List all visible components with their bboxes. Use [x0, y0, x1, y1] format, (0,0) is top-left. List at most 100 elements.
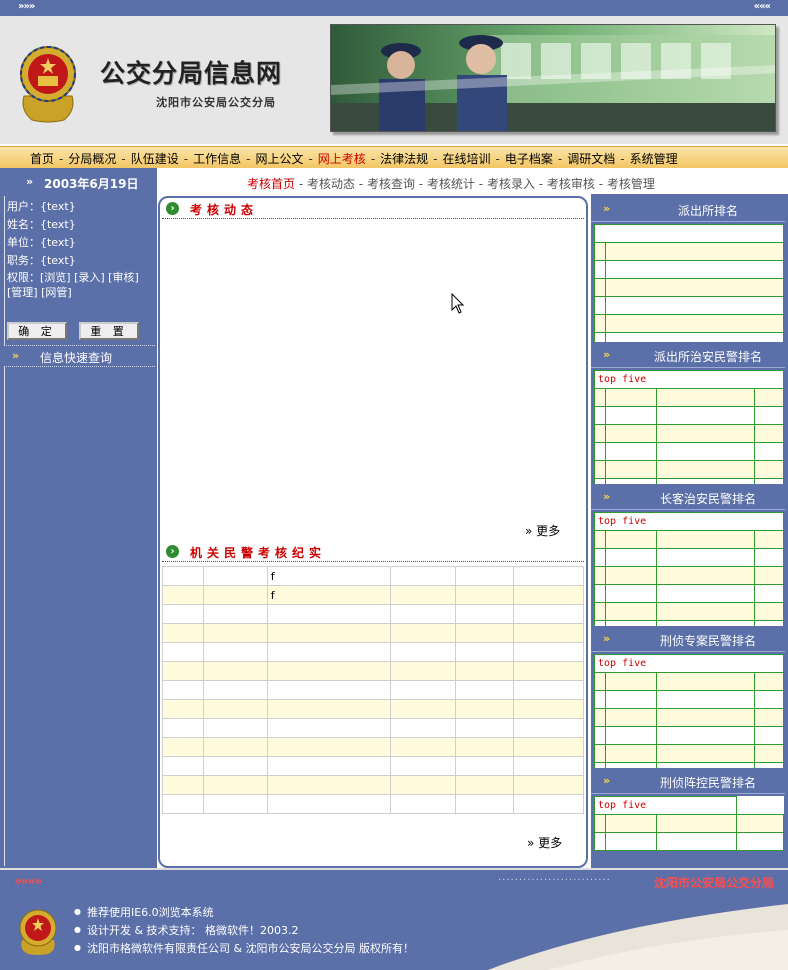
footer-line: 推荐使用IE6.0浏览本系统 [74, 904, 414, 922]
ranking-cell [753, 584, 785, 603]
subnav-item[interactable]: 考核查询 [367, 177, 415, 191]
nav-separator: - [370, 152, 376, 166]
table-cell [390, 756, 457, 776]
nav-separator: - [557, 152, 563, 166]
table-cell [390, 737, 457, 757]
ranking-cell [656, 530, 755, 549]
footer-lines: 推荐使用IE6.0浏览本系统设计开发 & 技术支持： 格微软件！2003.2沈阳… [74, 904, 414, 958]
mouse-cursor-icon [451, 293, 465, 314]
table-cell [513, 642, 584, 662]
ranking-table: top five [593, 512, 785, 639]
ranking-title: 派出所排名 [677, 204, 738, 218]
table-cell [455, 794, 515, 814]
unit-row: 单位：{text} [7, 234, 153, 252]
table-cell [455, 756, 515, 776]
table-cell [513, 775, 584, 795]
ranking-row [593, 406, 785, 425]
subnav-item[interactable]: 考核录入 [487, 177, 535, 191]
subnav-item[interactable]: 考核管理 [607, 177, 655, 191]
ranking-cell [656, 406, 755, 425]
table-cell [266, 737, 392, 757]
nav-separator: - [121, 152, 126, 166]
nav-item[interactable]: 系统管理 [630, 152, 678, 166]
ranking-title: 派出所治安民警排名 [653, 350, 762, 364]
ranking-cell [605, 690, 658, 709]
section2-title: 机关民警考核纪实 [190, 546, 327, 560]
ranking-cell [656, 548, 755, 567]
ranking-cell [604, 260, 785, 279]
more-arrow-icon: » [525, 524, 533, 538]
ranking-cell [753, 460, 785, 479]
ranking-row [594, 296, 785, 315]
current-date: 2003年6月19日 [44, 177, 139, 191]
nav-item[interactable]: 网上考核 [318, 152, 366, 166]
ranking-cell [593, 460, 607, 479]
table-cell [202, 585, 268, 605]
footer-arrows: »»»» [14, 874, 42, 888]
duty-label: 职务： [7, 254, 40, 267]
section1-more-link[interactable]: » 更多 [525, 522, 560, 539]
ranking-subtitle: top five [593, 796, 738, 815]
table-cell [162, 718, 204, 738]
quick-query-bar[interactable]: » 信息快速查询 [4, 345, 155, 367]
nav-item[interactable]: 网上公文 [255, 152, 303, 166]
ranking-cell [605, 584, 658, 603]
table-cell [390, 585, 457, 605]
subnav-separator: - [474, 177, 487, 191]
ranking-cell [604, 814, 657, 833]
reset-button[interactable]: 重 置 [79, 322, 139, 340]
ranking-cell [593, 530, 607, 549]
table-cell [202, 604, 268, 624]
banner-photo [330, 24, 776, 132]
section2-more-link[interactable]: » 更多 [527, 834, 562, 851]
subnav-item[interactable]: 考核首页 [247, 177, 295, 191]
nav-item[interactable]: 分局概况 [68, 152, 116, 166]
table-cell [266, 756, 392, 776]
unit-label: 单位： [7, 236, 40, 249]
nav-item[interactable]: 法律法规 [380, 152, 428, 166]
subnav-item[interactable]: 考核统计 [427, 177, 475, 191]
ranking-cell [605, 672, 658, 691]
ranking-subtitle-row [594, 224, 784, 243]
ranking-subtitle-row: top five [594, 654, 784, 673]
ranking-subtitle-row: top five [593, 796, 784, 815]
ranking-cell [593, 566, 607, 585]
nav-item[interactable]: 工作信息 [193, 152, 241, 166]
table-row [162, 604, 584, 624]
table-cell [390, 566, 457, 586]
nav-separator: - [246, 152, 251, 166]
nav-item[interactable]: 队伍建设 [131, 152, 179, 166]
table-cell [162, 623, 204, 643]
table-cell [455, 604, 515, 624]
date-arrow-icon: » [26, 175, 34, 188]
nav-item[interactable]: 首页 [30, 152, 54, 166]
nav-item[interactable]: 调研文档 [567, 152, 615, 166]
ranking-row [594, 278, 785, 297]
ranking-title: 刑侦阵控民警排名 [659, 776, 756, 790]
table-row [162, 794, 584, 814]
nav-item[interactable]: 电子档案 [505, 152, 553, 166]
subnav-item[interactable]: 考核动态 [307, 177, 355, 191]
table-cell [513, 718, 584, 738]
more-arrow-icon: » [527, 836, 535, 850]
ranking-cell [605, 602, 658, 621]
table-row [162, 699, 584, 719]
ranking-cell [593, 406, 607, 425]
nav-item[interactable]: 在线培训 [443, 152, 491, 166]
ranking-cell [753, 530, 785, 549]
ranking-cell [753, 388, 785, 407]
confirm-button[interactable]: 确 定 [7, 322, 67, 340]
table-cell [390, 718, 457, 738]
ranking-cell [604, 314, 785, 333]
subnav-separator: - [534, 177, 547, 191]
quick-query-arrow-icon: » [12, 349, 20, 362]
ranking-cell [753, 442, 785, 461]
user-value: {text} [40, 200, 76, 213]
section1-title: 考核动态 [190, 203, 259, 217]
ranking-cell [594, 278, 606, 297]
table-cell [513, 756, 584, 776]
table-cell [266, 680, 392, 700]
ranking-header: » 派出所治安民警排名 [591, 342, 785, 368]
subnav-item[interactable]: 考核审核 [547, 177, 595, 191]
table-cell [162, 585, 204, 605]
